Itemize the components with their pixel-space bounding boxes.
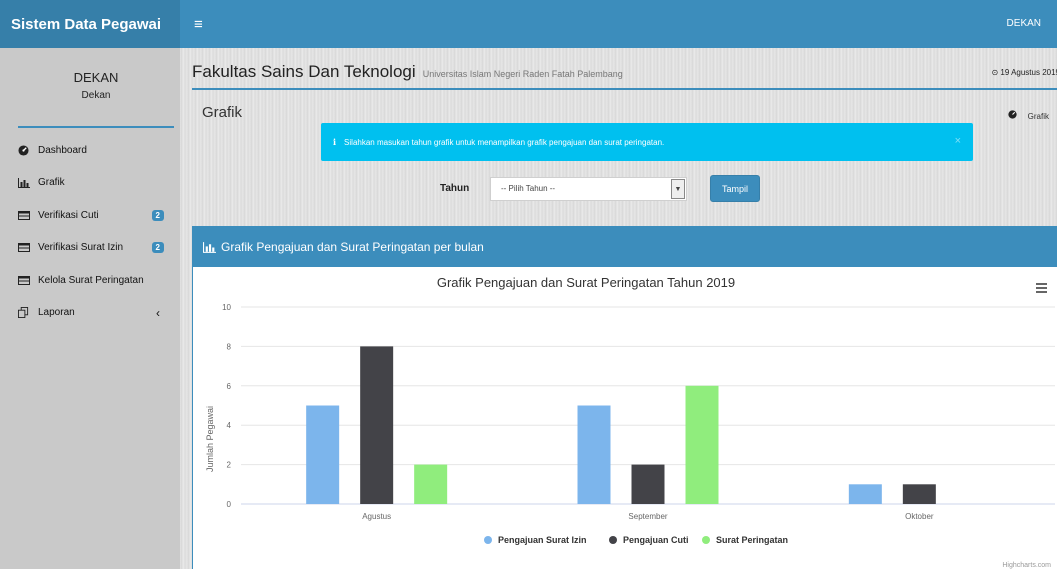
list-icon bbox=[18, 275, 32, 285]
sidebar-item-label: Verifikasi Surat Izin bbox=[38, 242, 124, 254]
legend-marker[interactable] bbox=[609, 536, 617, 544]
y-tick-label: 4 bbox=[227, 421, 232, 430]
dashboard-icon bbox=[18, 145, 32, 156]
sidebar-menu: Dashboard Grafik Verifikasi Cuti 2 Verif… bbox=[0, 134, 180, 329]
sidebar-item-laporan[interactable]: Laporan ‹ bbox=[0, 297, 180, 330]
bar[interactable] bbox=[414, 464, 448, 504]
sidebar-item-kelola-surat-peringatan[interactable]: Kelola Surat Peringatan bbox=[0, 264, 180, 297]
bar[interactable] bbox=[631, 464, 665, 504]
faculty-title: Fakultas Sains Dan Teknologi bbox=[192, 62, 416, 81]
user-name: DEKAN bbox=[73, 70, 119, 85]
y-tick-label: 8 bbox=[227, 342, 232, 351]
y-tick-label: 10 bbox=[222, 303, 231, 312]
university-subtitle: Universitas Islam Negeri Raden Fatah Pal… bbox=[422, 69, 623, 79]
sidebar-item-verifikasi-cuti[interactable]: Verifikasi Cuti 2 bbox=[0, 199, 180, 232]
y-axis-title: Jumlah Pegawai bbox=[205, 406, 215, 472]
menu-toggle-icon[interactable]: ≡ bbox=[194, 16, 203, 33]
bar[interactable] bbox=[685, 385, 719, 504]
date-text: 19 Agustus 2019 bbox=[1000, 68, 1057, 77]
app-brand[interactable]: Sistem Data Pegawai bbox=[0, 0, 180, 48]
list-icon bbox=[18, 210, 32, 220]
bar[interactable] bbox=[577, 405, 611, 505]
sidebar: DEKAN Dekan Dashboard Grafik Verifikasi … bbox=[0, 48, 180, 569]
x-tick-label: September bbox=[628, 512, 667, 521]
y-tick-label: 2 bbox=[227, 461, 232, 470]
legend-marker[interactable] bbox=[484, 536, 492, 544]
alert-text: Silahkan masukan tahun grafik untuk mena… bbox=[344, 137, 665, 147]
sidebar-item-label: Laporan bbox=[38, 307, 75, 319]
sidebar-item-label: Grafik bbox=[38, 177, 65, 189]
top-navbar: Sistem Data Pegawai ≡ DEKAN bbox=[0, 0, 1057, 48]
legend-item[interactable]: Surat Peringatan bbox=[716, 535, 788, 545]
sidebar-item-dashboard[interactable]: Dashboard bbox=[0, 134, 180, 167]
tahun-select[interactable]: -- Pilih Tahun -- ▼ bbox=[490, 177, 687, 201]
chart-box: Grafik Pengajuan dan Surat Peringatan pe… bbox=[192, 226, 1057, 569]
chart-box-title: Grafik Pengajuan dan Surat Peringatan pe… bbox=[221, 240, 484, 254]
chart-box-header: Grafik Pengajuan dan Surat Peringatan pe… bbox=[193, 227, 1057, 267]
close-icon[interactable]: × bbox=[955, 135, 961, 147]
select-value: -- Pilih Tahun -- bbox=[501, 184, 556, 193]
notification-badge: 2 bbox=[151, 209, 164, 221]
clock-icon: ⊙ bbox=[991, 68, 999, 77]
list-icon bbox=[18, 243, 32, 253]
user-role: Dekan bbox=[81, 90, 111, 101]
y-tick-label: 6 bbox=[227, 382, 232, 391]
chart-credits[interactable]: Highcharts.com bbox=[1002, 562, 1051, 569]
dropdown-arrow-icon[interactable]: ▼ bbox=[671, 179, 685, 199]
notification-badge: 2 bbox=[151, 242, 164, 254]
page-title: Grafik bbox=[202, 104, 243, 121]
chart-menu-icon[interactable] bbox=[1036, 283, 1047, 293]
info-icon: i bbox=[333, 137, 337, 147]
tahun-label: Tahun bbox=[440, 183, 470, 194]
bar-chart-icon bbox=[18, 177, 32, 188]
legend-item[interactable]: Pengajuan Cuti bbox=[623, 535, 689, 545]
sidebar-item-verifikasi-surat-izin[interactable]: Verifikasi Surat Izin 2 bbox=[0, 232, 180, 265]
content-header: Fakultas Sains Dan Teknologi Universitas… bbox=[192, 62, 1057, 90]
bar[interactable] bbox=[848, 484, 882, 504]
copy-icon bbox=[18, 307, 32, 319]
info-alert: i Silahkan masukan tahun grafik untuk me… bbox=[321, 123, 973, 161]
sidebar-item-label: Dashboard bbox=[38, 144, 87, 156]
x-tick-label: Oktober bbox=[905, 512, 934, 521]
user-panel: DEKAN Dekan bbox=[18, 48, 174, 128]
bar-chart: Grafik Pengajuan dan Surat Peringatan Ta… bbox=[205, 275, 1055, 569]
legend-marker[interactable] bbox=[702, 536, 710, 544]
chart-container: Grafik Pengajuan dan Surat Peringatan Ta… bbox=[193, 267, 1055, 569]
chart-title: Grafik Pengajuan dan Surat Peringatan Ta… bbox=[437, 275, 735, 290]
y-tick-label: 0 bbox=[227, 500, 232, 509]
legend-item[interactable]: Pengajuan Surat Izin bbox=[498, 535, 587, 545]
breadcrumb: Grafik bbox=[1008, 110, 1049, 121]
main-content: Fakultas Sains Dan Teknologi Universitas… bbox=[180, 48, 1057, 569]
bar[interactable] bbox=[902, 484, 936, 504]
user-menu[interactable]: DEKAN bbox=[1007, 0, 1041, 48]
dashboard-icon[interactable] bbox=[1008, 110, 1019, 121]
breadcrumb-current: Grafik bbox=[1027, 112, 1049, 121]
bar[interactable] bbox=[360, 346, 394, 504]
tampil-button[interactable]: Tampil bbox=[710, 175, 760, 202]
bar-chart-icon bbox=[203, 241, 216, 253]
date-display: ⊙ 19 Agustus 2019 bbox=[991, 68, 1057, 77]
sidebar-item-label: Verifikasi Cuti bbox=[38, 209, 99, 221]
x-tick-label: Agustus bbox=[362, 512, 391, 521]
bar[interactable] bbox=[306, 405, 340, 505]
chevron-left-icon: ‹ bbox=[156, 305, 160, 320]
sidebar-item-grafik[interactable]: Grafik bbox=[0, 167, 180, 200]
sidebar-item-label: Kelola Surat Peringatan bbox=[38, 274, 144, 286]
